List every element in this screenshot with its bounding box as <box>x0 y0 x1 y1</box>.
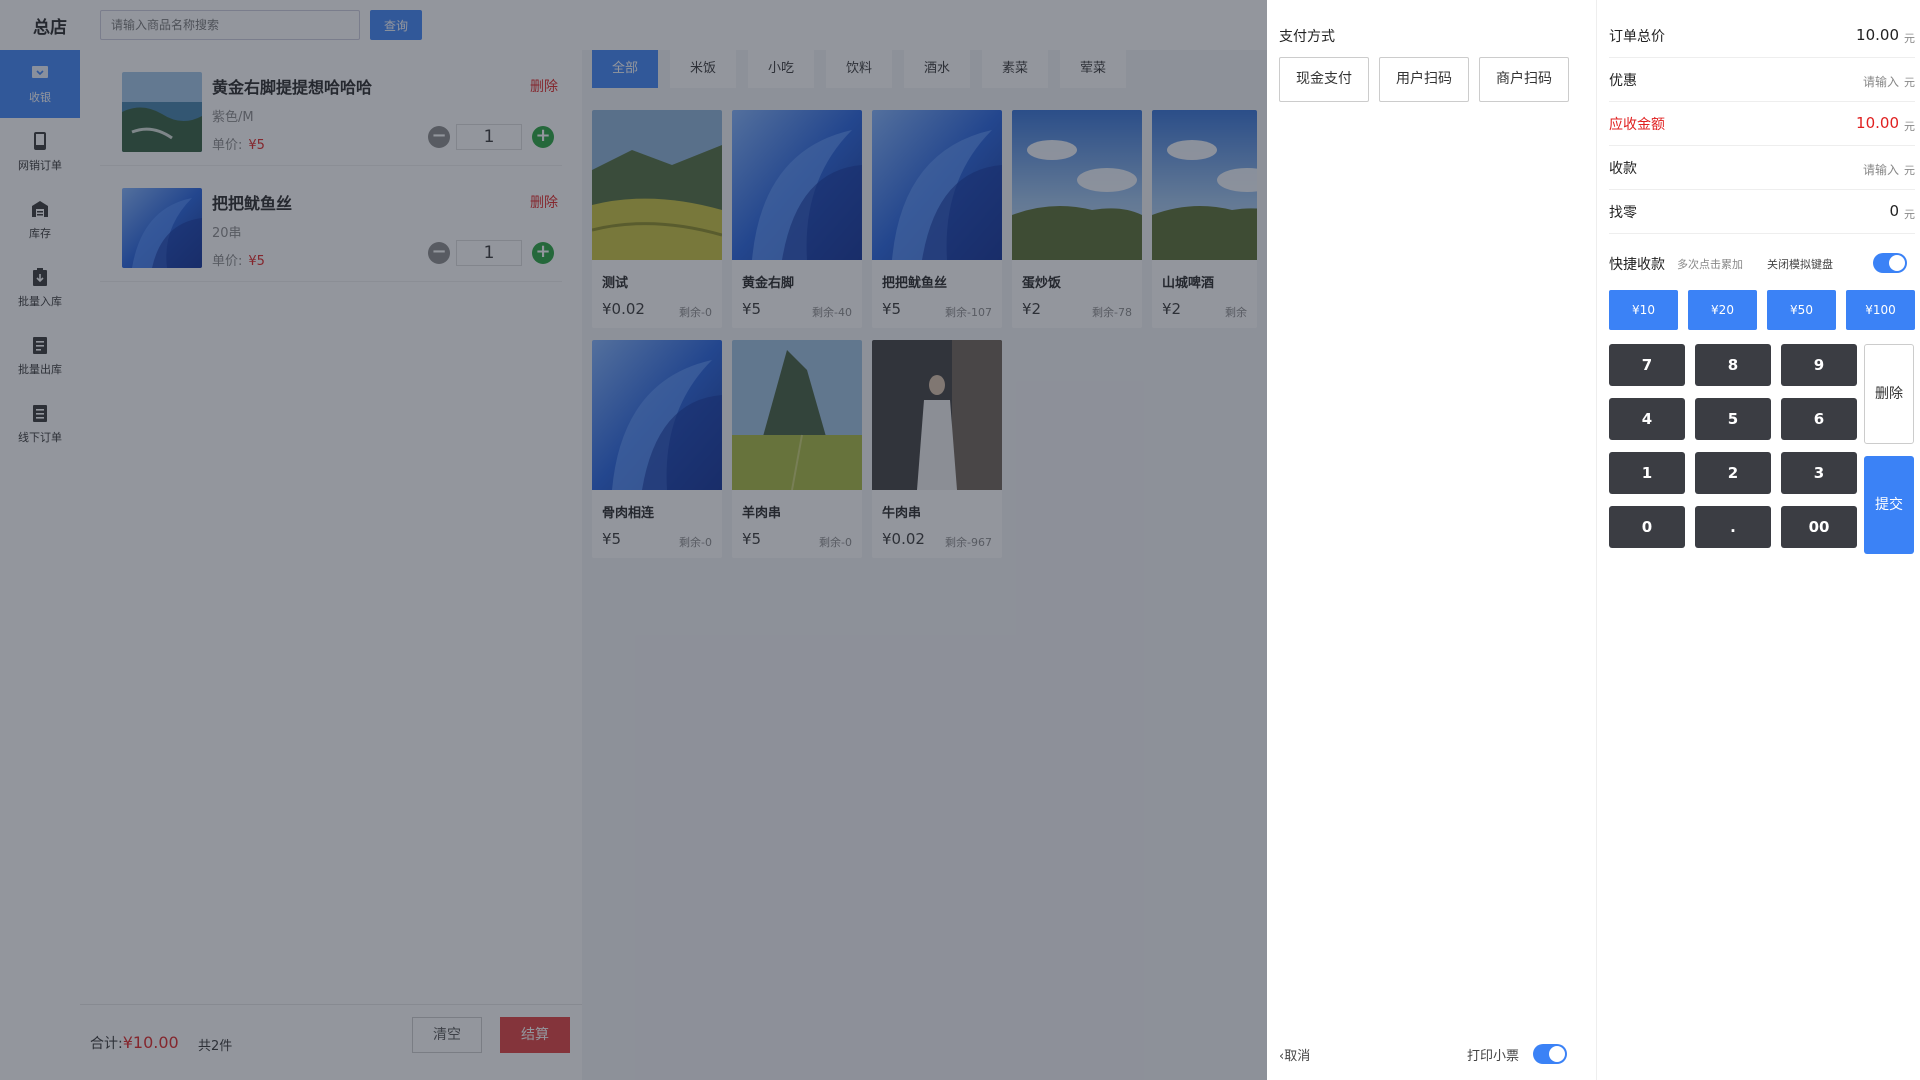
quick-pay-hint: 多次点击累加 <box>1677 258 1743 271</box>
payment-option-cash[interactable]: 现金支付 <box>1279 57 1369 102</box>
keypad-key[interactable]: . <box>1695 506 1771 548</box>
payment-drawer: 支付方式 现金支付 用户扫码 商户扫码 ‹取消 打印小票 订单总价 10.00 … <box>1267 0 1920 1080</box>
received-row: 收款 请输入 元 <box>1609 146 1915 190</box>
keypad-key[interactable]: 3 <box>1781 452 1857 494</box>
discount-row: 优惠 请输入 元 <box>1609 58 1915 102</box>
currency-unit: 元 <box>1904 32 1915 45</box>
currency-unit: 元 <box>1904 208 1915 221</box>
keypad-key[interactable]: 7 <box>1609 344 1685 386</box>
cancel-label: 取消 <box>1284 1049 1311 1064</box>
received-label: 收款 <box>1609 161 1637 177</box>
order-total-value: 10.00 <box>1856 26 1899 44</box>
payment-method-column: 支付方式 现金支付 用户扫码 商户扫码 ‹取消 打印小票 <box>1267 0 1597 1080</box>
quick-pay-label: 快捷收款 <box>1609 257 1665 273</box>
payment-option-merchant-scan[interactable]: 商户扫码 <box>1479 57 1569 102</box>
keypad-key[interactable]: 8 <box>1695 344 1771 386</box>
keypad-key[interactable]: 0 <box>1609 506 1685 548</box>
keypad-key[interactable]: 9 <box>1781 344 1857 386</box>
keypad-key[interactable]: 1 <box>1609 452 1685 494</box>
change-label: 找零 <box>1609 205 1637 221</box>
quick-amounts: ¥10 ¥20 ¥50 ¥100 <box>1609 290 1915 330</box>
modal-backdrop[interactable] <box>0 0 1267 1080</box>
quick-amount-button[interactable]: ¥10 <box>1609 290 1678 330</box>
discount-input[interactable]: 请输入 <box>1863 73 1899 90</box>
virtual-keyboard-toggle[interactable] <box>1873 253 1907 273</box>
discount-label: 优惠 <box>1609 73 1637 89</box>
keypad-key[interactable]: 6 <box>1781 398 1857 440</box>
virtual-keyboard-label: 关闭模拟键盘 <box>1767 258 1833 271</box>
keypad-key[interactable]: 2 <box>1695 452 1771 494</box>
order-total-row: 订单总价 10.00 元 <box>1609 14 1915 58</box>
keypad-key[interactable]: 5 <box>1695 398 1771 440</box>
quick-amount-button[interactable]: ¥20 <box>1688 290 1757 330</box>
receivable-row: 应收金额 10.00 元 <box>1609 102 1915 146</box>
currency-unit: 元 <box>1904 120 1915 133</box>
currency-unit: 元 <box>1904 76 1915 89</box>
change-row: 找零 0 元 <box>1609 190 1915 234</box>
payment-options: 现金支付 用户扫码 商户扫码 <box>1279 57 1569 102</box>
cancel-button[interactable]: ‹取消 <box>1279 1045 1310 1064</box>
payment-option-user-scan[interactable]: 用户扫码 <box>1379 57 1469 102</box>
order-summary-column: 订单总价 10.00 元 优惠 请输入 元 应收金额 10.00 元 收款 请输… <box>1597 0 1920 1080</box>
print-receipt-toggle[interactable] <box>1533 1044 1567 1064</box>
keypad-delete-button[interactable]: 删除 <box>1864 344 1914 444</box>
received-input[interactable]: 请输入 <box>1863 161 1899 178</box>
quick-amount-button[interactable]: ¥50 <box>1767 290 1836 330</box>
keypad-key[interactable]: 4 <box>1609 398 1685 440</box>
receivable-label: 应收金额 <box>1609 117 1665 133</box>
order-total-label: 订单总价 <box>1609 29 1665 45</box>
currency-unit: 元 <box>1904 164 1915 177</box>
print-receipt-label: 打印小票 <box>1467 1049 1520 1064</box>
change-value: 0 <box>1889 202 1899 220</box>
receivable-value: 10.00 <box>1856 114 1899 132</box>
keypad-key[interactable]: 00 <box>1781 506 1857 548</box>
payment-method-title: 支付方式 <box>1279 29 1335 45</box>
quick-amount-button[interactable]: ¥100 <box>1846 290 1915 330</box>
submit-payment-button[interactable]: 提交 <box>1864 456 1914 554</box>
